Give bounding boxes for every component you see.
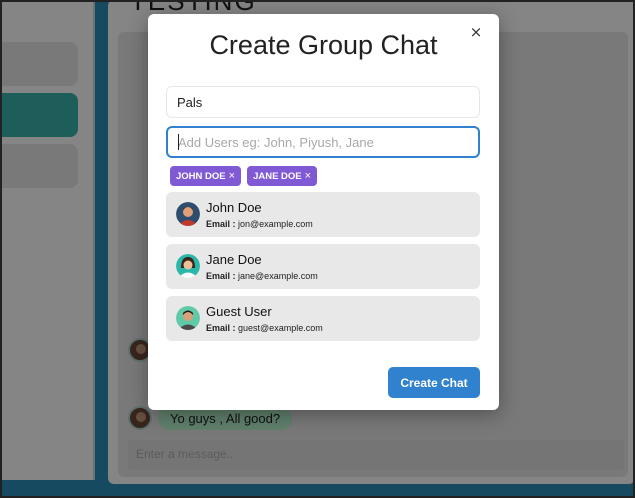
tag-label: JOHN DOE [176, 170, 226, 182]
user-name: Guest User [206, 304, 272, 319]
woman-avatar-icon [176, 254, 200, 278]
man-avatar-icon [176, 202, 200, 226]
user-tag-john-doe[interactable]: JOHN DOE × [170, 166, 242, 186]
create-chat-button[interactable]: Create Chat [388, 367, 480, 398]
add-users-input[interactable] [166, 126, 480, 158]
user-name: Jane Doe [206, 252, 262, 267]
user-list-item[interactable]: Jane Doe Email : jane@example.com [166, 244, 480, 289]
user-email: Email : jane@example.com [206, 271, 318, 281]
user-list-item[interactable]: Guest User Email : guest@example.com [166, 296, 480, 341]
create-group-chat-modal: Create Group Chat × JOHN DOE × JANE DOE … [148, 14, 499, 410]
user-list-item[interactable]: John Doe Email : jon@example.com [166, 192, 480, 237]
close-icon[interactable]: × [466, 22, 486, 42]
remove-tag-icon[interactable]: × [305, 170, 311, 182]
user-tag-jane-doe[interactable]: JANE DOE × [247, 166, 318, 186]
guest-avatar-icon [176, 306, 200, 330]
selected-users-tags: JOHN DOE × JANE DOE × [170, 166, 318, 186]
modal-title: Create Group Chat [209, 30, 438, 60]
text-cursor [178, 134, 179, 150]
remove-tag-icon[interactable]: × [229, 170, 235, 182]
search-results-list: John Doe Email : jon@example.com Jane Do… [166, 192, 480, 348]
user-name: John Doe [206, 200, 262, 215]
user-email: Email : guest@example.com [206, 323, 323, 333]
user-email: Email : jon@example.com [206, 219, 313, 229]
tag-label: JANE DOE [253, 170, 302, 182]
chat-name-input[interactable] [166, 86, 480, 118]
